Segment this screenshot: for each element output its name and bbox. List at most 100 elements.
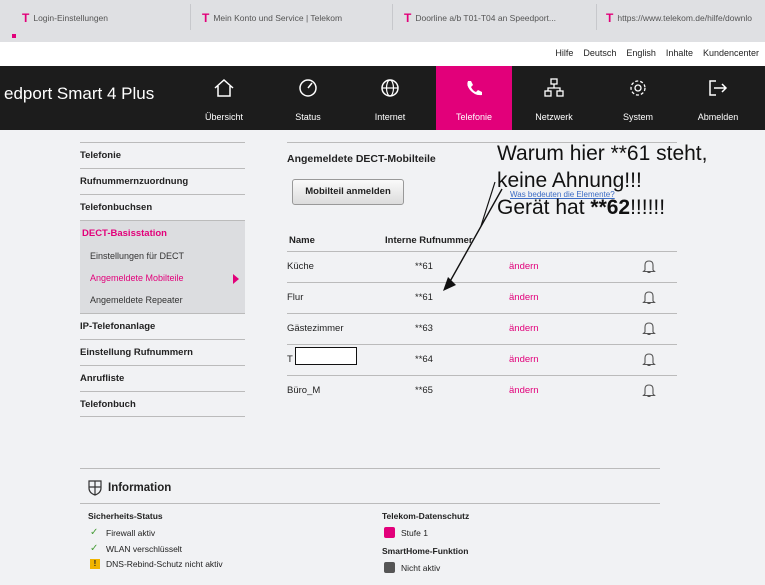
handset-number: **64 — [415, 354, 433, 365]
annotation-line-3: Gerät hat **62!!!!!! — [497, 196, 666, 219]
sidebar-item-ip-telefonanlage[interactable]: IP-Telefonanlage — [80, 313, 245, 339]
register-handset-button[interactable]: Mobilteil anmelden — [292, 179, 404, 205]
dns-rebind-status: DNS-Rebind-Schutz nicht aktiv — [106, 559, 223, 569]
table-row: Büro_M **65 ändern — [287, 376, 677, 407]
firewall-status: Firewall aktiv — [106, 527, 156, 538]
sidebar-item-telefonbuchsen[interactable]: Telefonbuchsen — [80, 194, 245, 220]
shield-icon — [88, 480, 102, 496]
gear-icon — [630, 80, 646, 96]
smarthome-heading: SmartHome-Funktion — [382, 546, 469, 556]
tab-label: https://www.telekom.de/hilfe/downlo — [617, 13, 752, 23]
telekom-logo-icon: T — [22, 11, 30, 25]
nav-internet[interactable]: Internet — [352, 66, 428, 130]
handset-number: **65 — [415, 385, 433, 396]
annotation-line-1: Warum hier **61 steht, — [497, 142, 708, 165]
handset-name: Büro_M — [287, 385, 321, 396]
nav-system[interactable]: System — [600, 66, 676, 130]
sidebar-sub-registered-handsets[interactable]: Angemeldete Mobilteile — [80, 269, 245, 291]
telekom-logo-icon: T — [404, 11, 412, 25]
tab-label: Mein Konto und Service | Telekom — [213, 13, 343, 23]
bell-icon[interactable] — [642, 352, 656, 367]
nav-status[interactable]: Status — [270, 66, 346, 130]
table-row: T **64 ändern — [287, 345, 677, 376]
sidebar-item-dect-basisstation[interactable]: DECT-Basisstation — [80, 221, 245, 247]
info-title: Information — [108, 482, 172, 494]
globe-icon — [381, 79, 399, 97]
nav-netzwerk[interactable]: Netzwerk — [516, 66, 592, 130]
bell-icon[interactable] — [642, 321, 656, 336]
gauge-icon — [299, 79, 317, 97]
handset-number: **61 — [415, 292, 433, 303]
nav-telefonie[interactable]: Telefonie — [436, 66, 512, 130]
edit-link[interactable]: ändern — [509, 292, 539, 303]
sidebar-item-einstellung-rufnummern[interactable]: Einstellung Rufnummern — [80, 339, 245, 365]
help-link[interactable]: Hilfe — [555, 48, 573, 58]
privacy-heading: Telekom-Datenschutz — [382, 511, 470, 521]
smarthome-status[interactable]: Nicht aktiv — [401, 563, 440, 573]
sidebar-item-telefonie[interactable]: Telefonie — [80, 142, 245, 168]
logout-icon — [709, 80, 728, 96]
handset-number: **61 — [415, 261, 433, 272]
lang-deutsch-link[interactable]: Deutsch — [583, 48, 616, 58]
redaction-box — [295, 347, 357, 365]
user-annotation: Warum hier **61 steht, keine Ahnung!!! G… — [497, 140, 707, 221]
info-panel: Information Sicherheits-Status ✓ Firewall… — [80, 468, 670, 585]
edit-link[interactable]: ändern — [509, 323, 539, 334]
divider — [80, 468, 660, 469]
handset-number: **63 — [415, 323, 433, 334]
browser-tab[interactable]: T Mein Konto und Service | Telekom — [202, 6, 342, 30]
handset-name: Küche — [287, 261, 314, 272]
handset-name: Gästezimmer — [287, 323, 344, 334]
telekom-logo-icon: T — [202, 11, 210, 25]
phone-icon — [467, 81, 482, 96]
browser-tab[interactable]: T https://www.telekom.de/hilfe/downlo — [606, 6, 752, 30]
bell-icon[interactable] — [642, 383, 656, 398]
sidebar-sub-registered-repeater[interactable]: Angemeldete Repeater — [80, 291, 245, 313]
divider — [80, 503, 660, 504]
smarthome-icon — [384, 562, 395, 573]
contents-link[interactable]: Inhalte — [666, 48, 693, 58]
tab-label: Login-Einstellungen — [33, 13, 109, 23]
annotation-arrow-icon — [443, 188, 503, 291]
wlan-status: WLAN verschlüsselt — [106, 543, 183, 554]
tab-divider — [596, 4, 597, 30]
sidebar: Telefonie Rufnummernzuordnung Telefonbuc… — [80, 142, 245, 417]
sidebar-group-dect: DECT-Basisstation Einstellungen für DECT… — [80, 220, 245, 313]
tab-divider — [392, 4, 393, 30]
table-row: Gästezimmer **63 ändern — [287, 314, 677, 345]
lang-english-link[interactable]: English — [626, 48, 656, 58]
browser-tab[interactable]: T Doorline a/b T01-T04 an Speedport... — [404, 6, 556, 30]
privacy-level[interactable]: Stufe 1 — [401, 528, 428, 538]
check-icon: ✓ — [90, 527, 99, 538]
warning-icon: ! — [90, 559, 100, 569]
annotation-line-2: keine Ahnung!!! — [497, 169, 642, 192]
brand-dot — [12, 34, 16, 38]
telekom-logo-icon: T — [606, 11, 614, 25]
nav-overview[interactable]: Übersicht — [186, 66, 262, 130]
edit-link[interactable]: ändern — [509, 385, 539, 396]
browser-tab[interactable]: T Login-Einstellungen — [22, 6, 108, 30]
sidebar-item-telefonbuch[interactable]: Telefonbuch — [80, 391, 245, 417]
router-brand: edport Smart 4 Plus — [4, 84, 155, 103]
tab-label: Doorline a/b T01-T04 an Speedport... — [415, 13, 556, 23]
handset-name: T — [287, 354, 293, 365]
edit-link[interactable]: ändern — [509, 261, 539, 272]
column-header-name: Name — [289, 235, 315, 246]
main-nav: edport Smart 4 Plus Übersicht Status Int… — [0, 66, 765, 130]
browser-tabstrip: T Login-Einstellungen T Mein Konto und S… — [0, 0, 765, 42]
handset-name: Flur — [287, 292, 304, 303]
sidebar-item-anrufliste[interactable]: Anrufliste — [80, 365, 245, 391]
nav-logout[interactable]: Abmelden — [680, 66, 756, 130]
tab-divider — [190, 4, 191, 30]
bell-icon[interactable] — [642, 290, 656, 305]
sidebar-item-rufnummernzuordnung[interactable]: Rufnummernzuordnung — [80, 168, 245, 194]
sidebar-sub-dect-settings[interactable]: Einstellungen für DECT — [80, 247, 245, 269]
edit-link[interactable]: ändern — [509, 354, 539, 365]
home-icon — [214, 78, 234, 97]
active-arrow-icon — [233, 274, 239, 284]
customer-center-link[interactable]: Kundencenter — [703, 48, 759, 58]
utility-bar: Hilfe Deutsch English Inhalte Kundencent… — [0, 42, 765, 66]
bell-icon[interactable] — [642, 259, 656, 274]
annotation-slash-icon — [480, 181, 496, 227]
check-icon: ✓ — [90, 543, 99, 554]
